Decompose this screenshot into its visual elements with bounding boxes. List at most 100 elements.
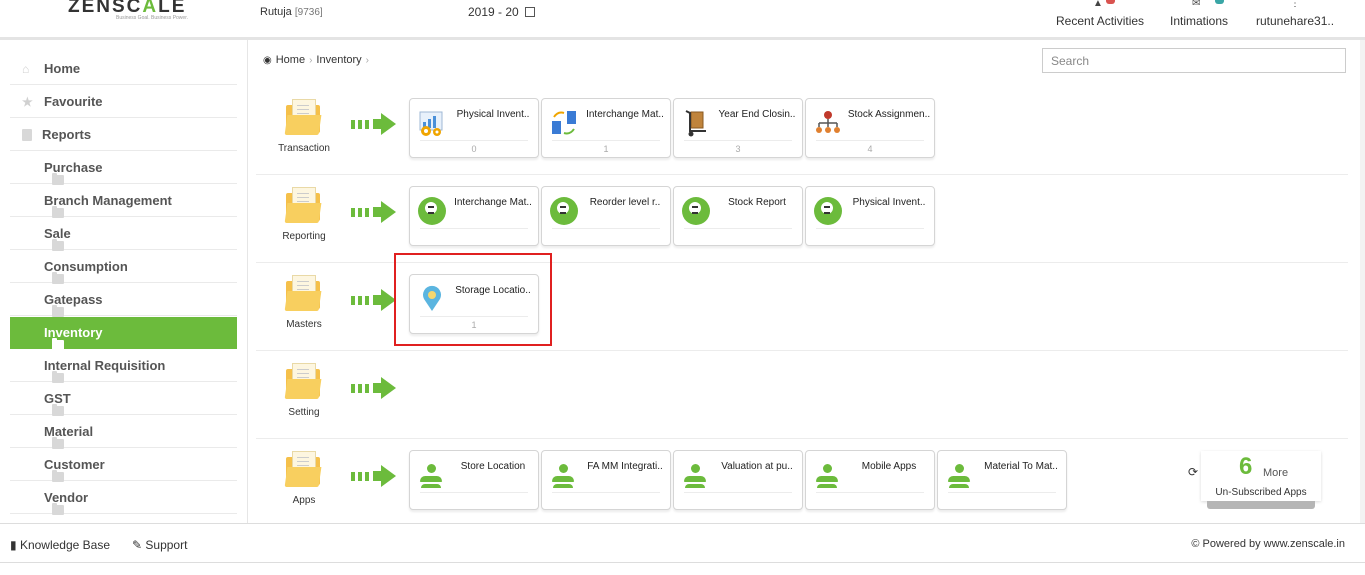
folder-icon xyxy=(52,172,64,185)
folder-icon[interactable] xyxy=(284,451,322,487)
module-row-reporting: Reporting Interchange Mat.. Reorder leve… xyxy=(256,175,1348,263)
tile-count: 0 xyxy=(471,144,477,154)
tile-year-end-closing[interactable]: Year End Closin.. 3 xyxy=(673,98,803,158)
tile-app-valuation[interactable]: Valuation at pu.. xyxy=(673,450,803,510)
breadcrumb-home[interactable]: Home xyxy=(276,54,305,66)
tile-physical-inventory[interactable]: Physical Invent.. 0 xyxy=(409,98,539,158)
logo-tagline: Business Goal. Business Power. xyxy=(116,15,188,21)
folder-icon xyxy=(52,304,64,317)
breadcrumb-separator-icon: › xyxy=(365,54,370,66)
search-input[interactable] xyxy=(1042,48,1346,73)
scrollbar[interactable] xyxy=(1360,40,1365,523)
unsubscribed-apps-card[interactable]: 6 More Un-Subscribed Apps xyxy=(1201,451,1321,501)
tile-count: 3 xyxy=(735,144,741,154)
sidebar-item-reports[interactable]: Reports xyxy=(10,119,237,151)
trolley-icon xyxy=(682,109,710,137)
folder-icon[interactable] xyxy=(284,99,322,135)
sidebar-item-internal-requisition[interactable]: Internal Requisition xyxy=(10,350,237,383)
tile-app-store-location[interactable]: Store Location xyxy=(409,450,539,510)
sidebar-item-home[interactable]: ⌂ Home xyxy=(10,53,237,85)
tile-stock-assignment[interactable]: Stock Assignmen.. 4 xyxy=(805,98,935,158)
tile-count: 1 xyxy=(603,144,609,154)
tile-interchange-material[interactable]: Interchange Mat.. 1 xyxy=(541,98,671,158)
bell-icon[interactable]: ▲ xyxy=(1093,0,1103,9)
user-icon xyxy=(682,461,710,489)
tile-report-physical-inventory[interactable]: Physical Invent.. xyxy=(805,186,935,246)
user-info: Rutuja [9736] xyxy=(260,6,323,18)
sidebar-item-branch-management[interactable]: Branch Management xyxy=(10,185,237,218)
folder-icon xyxy=(52,403,64,416)
tile-app-mobile-apps[interactable]: Mobile Apps xyxy=(805,450,935,510)
report-avatar-icon xyxy=(814,197,842,225)
exchange-icon xyxy=(550,109,578,137)
row-label: Transaction xyxy=(278,143,330,154)
user-icon xyxy=(946,461,974,489)
row-label: Apps xyxy=(292,495,316,506)
tile-count: 4 xyxy=(867,144,873,154)
sidebar: ⌂ Home ★ Favourite Reports Purchase Branch… xyxy=(0,40,248,523)
arrow-right-icon xyxy=(351,376,399,400)
sidebar-item-gst[interactable]: GST xyxy=(10,383,237,416)
breadcrumb: ◉ Home › Inventory › xyxy=(263,54,369,66)
recent-activities-link[interactable]: Recent Activities xyxy=(1056,14,1144,28)
intimations-badge xyxy=(1215,0,1224,4)
chart-gear-icon xyxy=(418,109,446,137)
report-avatar-icon xyxy=(682,197,710,225)
tile-report-reorder-level[interactable]: Reorder level r.. xyxy=(541,186,671,246)
home-icon: ⌂ xyxy=(22,61,30,76)
sidebar-item-sale[interactable]: Sale xyxy=(10,218,237,251)
tile-app-material-to-material[interactable]: Material To Mat.. xyxy=(937,450,1067,510)
dashboard-icon: ◉ xyxy=(263,54,272,66)
fiscal-year[interactable]: 2019 - 20 xyxy=(468,5,536,19)
folder-icon xyxy=(52,337,64,350)
folder-icon xyxy=(52,238,64,251)
account-menu[interactable]: rutunehare31.. xyxy=(1256,14,1334,28)
breadcrumb-current[interactable]: Inventory xyxy=(316,54,361,66)
row-label: Masters xyxy=(286,319,322,330)
edit-icon[interactable] xyxy=(525,7,536,17)
envelope-icon[interactable]: ✉ xyxy=(1192,0,1200,9)
sidebar-item-favourite[interactable]: ★ Favourite xyxy=(10,86,237,118)
user-icon xyxy=(814,461,842,489)
arrow-right-icon xyxy=(351,464,399,488)
sidebar-item-material[interactable]: Material xyxy=(10,416,237,449)
module-row-apps: Apps Store Location FA MM Integrati.. Va… xyxy=(256,439,1348,527)
support-link[interactable]: ✎ Support xyxy=(132,538,187,552)
sidebar-item-consumption[interactable]: Consumption xyxy=(10,251,237,284)
sidebar-item-purchase[interactable]: Purchase xyxy=(10,152,237,185)
tile-report-stock[interactable]: Stock Report xyxy=(673,186,803,246)
breadcrumb-separator-icon: › xyxy=(309,54,313,66)
refresh-icon[interactable]: ⟳ xyxy=(1188,465,1198,479)
folder-icon[interactable] xyxy=(284,187,322,223)
powered-by: © Powered by www.zenscale.in xyxy=(1191,538,1345,550)
arrow-right-icon xyxy=(351,200,399,224)
arrow-right-icon xyxy=(351,288,399,312)
arrow-right-icon xyxy=(351,112,399,136)
card-shadow xyxy=(1207,501,1315,509)
user-icon xyxy=(550,461,578,489)
folder-icon[interactable] xyxy=(284,363,322,399)
more-icon[interactable]: ⋮ xyxy=(1290,0,1300,9)
file-icon xyxy=(22,128,32,141)
more-count: 6 xyxy=(1239,453,1253,480)
tile-app-fa-mm-integration[interactable]: FA MM Integrati.. xyxy=(541,450,671,510)
book-icon: ▮ xyxy=(10,538,17,552)
intimations-link[interactable]: Intimations xyxy=(1170,14,1228,28)
folder-icon xyxy=(52,205,64,218)
sidebar-item-inventory[interactable]: Inventory xyxy=(10,317,237,350)
top-header: ZENSCALE Business Goal. Business Power. … xyxy=(0,0,1365,40)
folder-icon xyxy=(52,271,64,284)
tile-report-interchange-material[interactable]: Interchange Mat.. xyxy=(409,186,539,246)
sidebar-item-customer[interactable]: Customer xyxy=(10,449,237,482)
footer: ▮ Knowledge Base ✎ Support © Powered by … xyxy=(0,523,1365,563)
sidebar-item-gatepass[interactable]: Gatepass xyxy=(10,284,237,317)
row-label: Setting xyxy=(288,407,320,418)
star-icon: ★ xyxy=(22,94,33,109)
folder-icon xyxy=(52,502,64,515)
sidebar-item-vendor[interactable]: Vendor xyxy=(10,482,237,515)
row-label: Reporting xyxy=(282,231,326,242)
user-icon xyxy=(418,461,446,489)
wrench-icon: ✎ xyxy=(132,538,143,552)
folder-icon[interactable] xyxy=(284,275,322,311)
knowledge-base-link[interactable]: ▮ Knowledge Base xyxy=(10,538,110,552)
